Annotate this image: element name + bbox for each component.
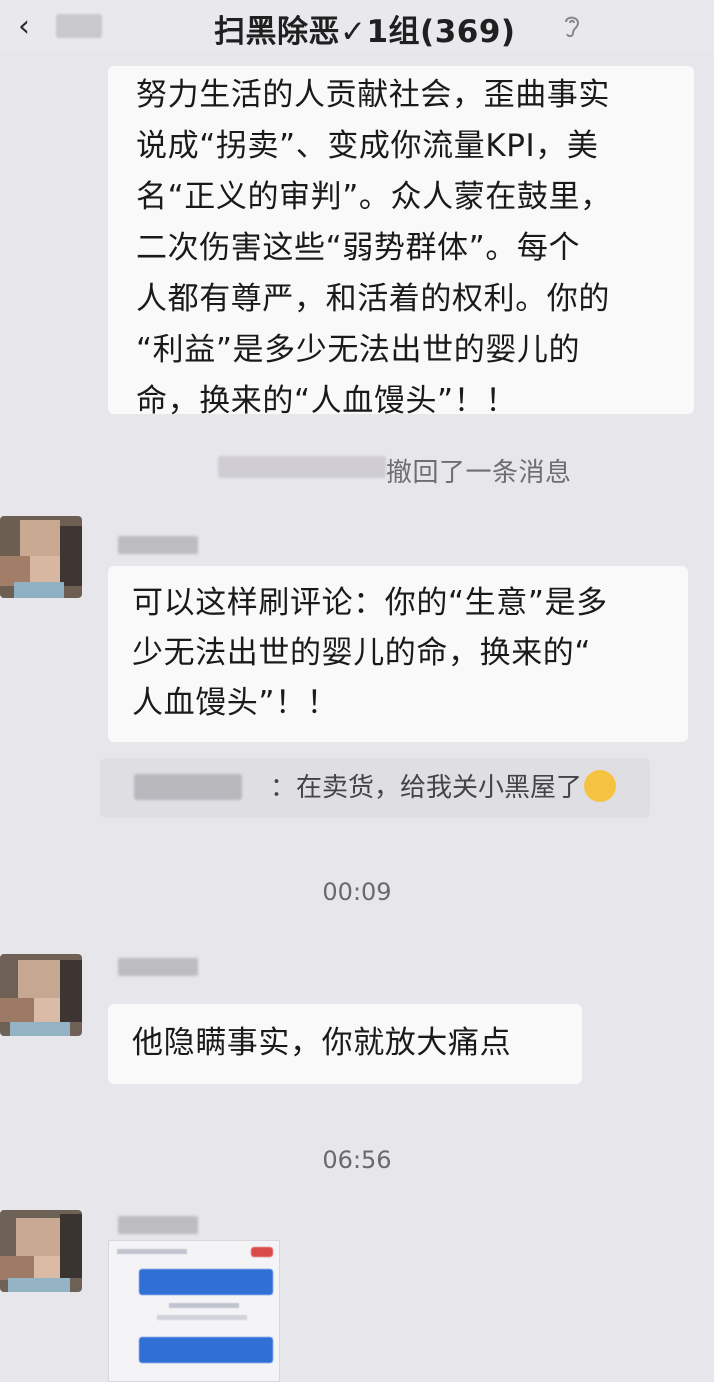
crying-laughing-emoji-icon — [584, 770, 617, 802]
timestamp: 06:56 — [322, 1146, 392, 1174]
quote-text: ：在卖货，给我关小黑屋了 — [270, 773, 583, 803]
avatar[interactable] — [0, 954, 82, 1036]
unread-count-blurred — [56, 14, 102, 38]
message-bubble[interactable]: 可以这样刷评论：你的“生意”是多 少无法出世的婴儿的命，换来的“ 人血馒头”！！ — [108, 566, 688, 742]
recall-notice: 撤回了一条消息 — [386, 458, 572, 488]
ear-mute-icon — [565, 16, 580, 38]
recaller-name-blurred — [218, 456, 386, 478]
quoted-sender-blurred — [134, 774, 242, 800]
avatar[interactable] — [0, 516, 82, 598]
sender-name-blurred — [118, 536, 198, 554]
sender-name-blurred — [118, 958, 198, 976]
message-bubble[interactable]: 努力生活的人贡献社会，歪曲事实 说成“拐卖”、变成你流量KPI，美 名“正义的审… — [108, 66, 694, 419]
avatar[interactable] — [0, 1210, 82, 1292]
message-bubble[interactable]: 他隐瞒事实，你就放大痛点 — [108, 1004, 582, 1084]
sender-name-blurred — [118, 1216, 198, 1234]
back-arrow-icon[interactable]: ‹ — [18, 12, 40, 42]
chat-header: ‹ 扫黑除恶✓1组(369) — [0, 0, 714, 52]
chat-title[interactable]: 扫黑除恶✓1组(369) — [214, 6, 516, 51]
timestamp: 00:09 — [322, 878, 392, 906]
image-message-thumbnail[interactable] — [108, 1240, 280, 1382]
